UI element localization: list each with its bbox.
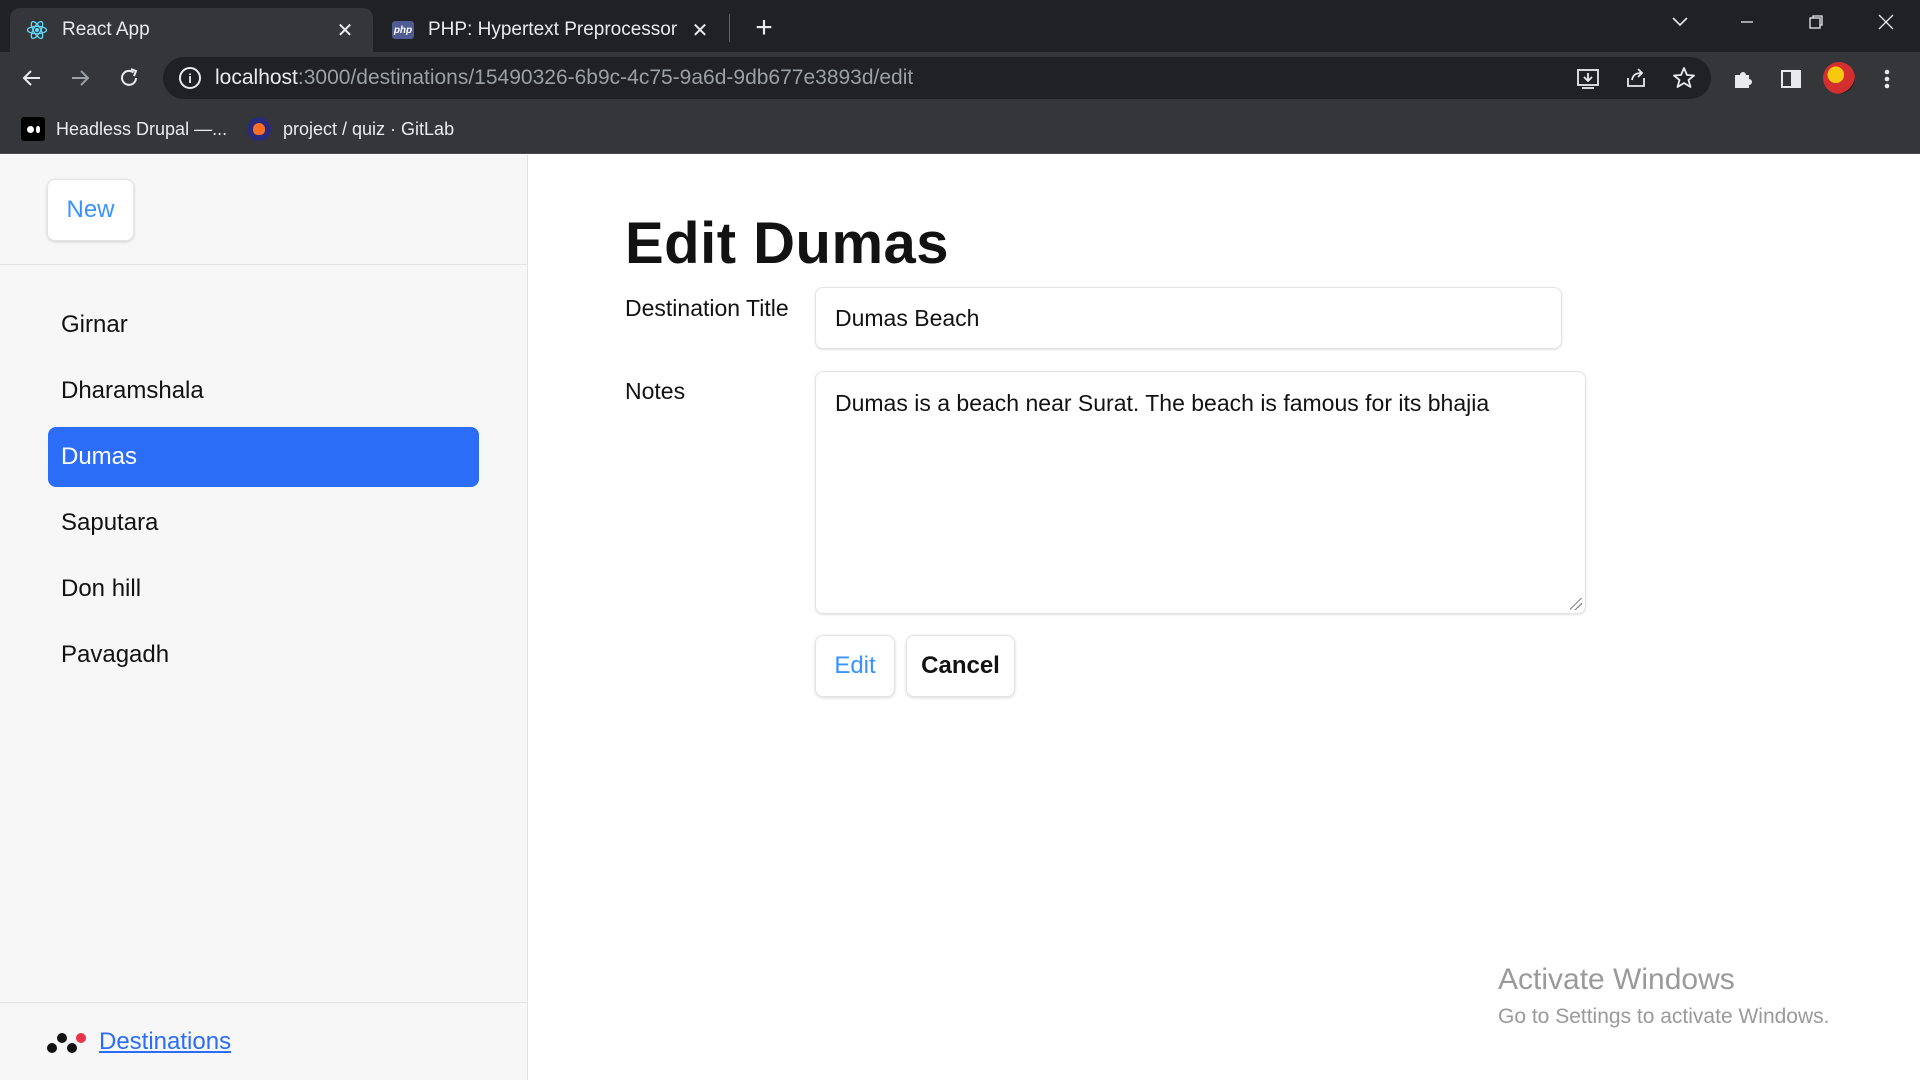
- site-info-icon[interactable]: i: [179, 67, 201, 89]
- sidebar-item-don-hill[interactable]: Don hill: [48, 559, 479, 619]
- resize-grip-icon[interactable]: [1570, 598, 1582, 610]
- php-badge: php: [392, 21, 414, 39]
- tab-search-chevron-icon[interactable]: [1660, 6, 1700, 38]
- tab-title: React App: [62, 19, 150, 40]
- address-bar[interactable]: i localhost:3000/destinations/15490326-6…: [163, 57, 1711, 99]
- new-tab-plus-icon[interactable]: +: [748, 11, 780, 44]
- minimize-icon[interactable]: [1727, 6, 1767, 38]
- window-close-icon[interactable]: [1866, 6, 1906, 38]
- tab-title: PHP: Hypertext Preprocessor: [428, 19, 678, 40]
- restore-icon[interactable]: [1796, 6, 1836, 38]
- new-button[interactable]: New: [47, 179, 134, 241]
- side-panel-icon[interactable]: [1776, 64, 1806, 94]
- bookmark-gitlab-quiz[interactable]: project / quiz · GitLab: [247, 114, 454, 144]
- sidebar-footer: Destinations: [0, 1002, 527, 1080]
- url-path: :3000/destinations/15490326-6b9c-4c75-9a…: [297, 66, 914, 89]
- edit-button[interactable]: Edit: [815, 635, 895, 697]
- sidebar: New Girnar Dharamshala Dumas Saputara Do…: [0, 155, 528, 1080]
- bookmark-label: Headless Drupal —...: [56, 118, 228, 139]
- bookmark-headless-drupal[interactable]: Headless Drupal —...: [21, 114, 227, 144]
- sidebar-item-dharamshala[interactable]: Dharamshala: [48, 361, 479, 421]
- sidebar-item-pavagadh[interactable]: Pavagadh: [48, 625, 479, 685]
- watermark-title: Activate Windows: [1498, 963, 1735, 996]
- destination-list: Girnar Dharamshala Dumas Saputara Don hi…: [0, 265, 527, 685]
- main-content: Edit Dumas Destination Title Dumas Beach…: [529, 155, 1920, 1080]
- sidebar-header: New: [0, 155, 527, 265]
- react-icon: [26, 19, 48, 41]
- notes-label: Notes: [625, 378, 686, 404]
- bookmarks-bar: Headless Drupal —... project / quiz · Gi…: [0, 104, 1920, 154]
- notes-textarea[interactable]: Dumas is a beach near Surat. The beach i…: [815, 371, 1586, 614]
- sidebar-item-dumas[interactable]: Dumas: [48, 427, 479, 487]
- url-host: localhost: [215, 66, 298, 89]
- browser-toolbar: i localhost:3000/destinations/15490326-6…: [0, 52, 1920, 104]
- activate-windows-watermark: Activate Windows Go to Settings to activ…: [1498, 963, 1830, 1029]
- share-icon[interactable]: [1623, 65, 1649, 91]
- medium-icon: [21, 117, 45, 141]
- bookmark-label: project / quiz · GitLab: [283, 118, 455, 139]
- sidebar-item-saputara[interactable]: Saputara: [48, 493, 479, 553]
- close-icon[interactable]: ✕: [688, 18, 712, 42]
- destinations-link[interactable]: Destinations: [99, 1028, 231, 1056]
- browser-titlebar: React App ✕ php PHP: Hypertext Preproces…: [0, 0, 1920, 52]
- close-icon[interactable]: ✕: [333, 18, 357, 42]
- forward-arrow-icon[interactable]: [64, 62, 96, 94]
- profile-avatar[interactable]: [1823, 62, 1855, 94]
- more-menu-icon[interactable]: [1872, 64, 1902, 94]
- reload-icon[interactable]: [113, 62, 145, 94]
- back-arrow-icon[interactable]: [16, 62, 48, 94]
- install-app-icon[interactable]: [1575, 65, 1601, 91]
- page-title: Edit Dumas: [625, 211, 950, 276]
- react-router-logo-icon: [47, 1029, 87, 1055]
- tab-react-app[interactable]: React App ✕: [10, 8, 373, 52]
- title-label: Destination Title: [625, 295, 789, 321]
- tab-php[interactable]: php PHP: Hypertext Preprocessor ✕: [376, 8, 728, 52]
- bookmark-star-icon[interactable]: [1671, 65, 1697, 91]
- tab-separator: [729, 14, 730, 42]
- notes-text: Dumas is a beach near Surat. The beach i…: [835, 390, 1490, 416]
- sidebar-item-girnar[interactable]: Girnar: [48, 295, 479, 355]
- gitlab-icon: [247, 117, 271, 141]
- destination-title-input[interactable]: Dumas Beach: [815, 287, 1562, 349]
- watermark-subtitle: Go to Settings to activate Windows.: [1498, 1005, 1830, 1028]
- php-icon: php: [392, 19, 414, 41]
- extensions-puzzle-icon[interactable]: [1728, 64, 1758, 94]
- url-text: localhost:3000/destinations/15490326-6b9…: [215, 66, 913, 90]
- cancel-button[interactable]: Cancel: [906, 635, 1015, 697]
